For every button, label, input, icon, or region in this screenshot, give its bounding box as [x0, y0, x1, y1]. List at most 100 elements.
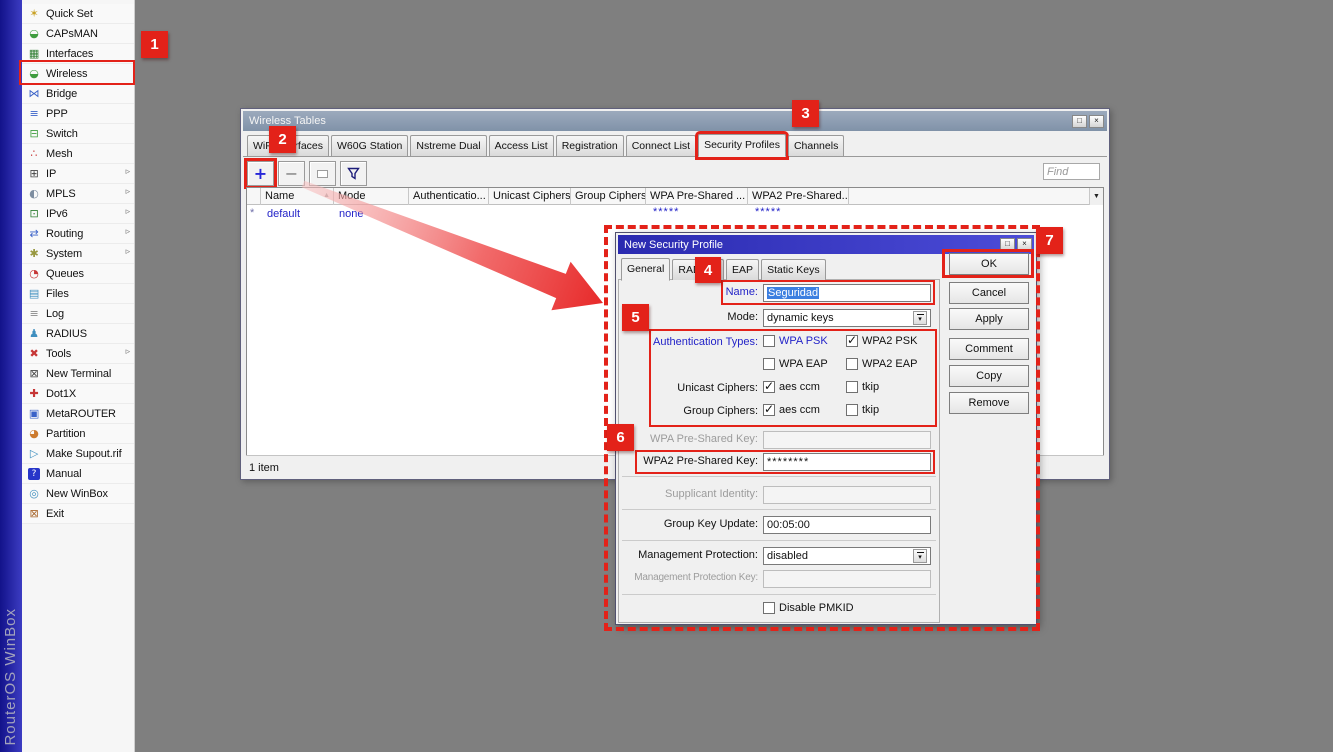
wpa2-psk-label: WPA2 Pre-Shared Key: — [618, 455, 758, 467]
tab-access-list[interactable]: Access List — [489, 135, 554, 156]
routeros-winbox-vertical-label: RouterOS WinBox — [2, 608, 19, 746]
find-input[interactable]: Find — [1043, 163, 1100, 180]
sidebar-item-bridge[interactable]: ⋈Bridge — [22, 84, 134, 104]
sidebar-item-dot1x[interactable]: ✚ Dot1X — [22, 384, 134, 404]
mode-select[interactable]: dynamic keys▾ — [763, 309, 931, 327]
tab-registration[interactable]: Registration — [556, 135, 624, 156]
tab-general[interactable]: General — [621, 258, 670, 281]
sidebar-item-manual[interactable]: ?Manual — [22, 464, 134, 484]
dropdown-icon[interactable]: ▾ — [913, 549, 927, 563]
sidebar-item-label: Routing — [46, 228, 83, 240]
checkbox-disable-pmkid[interactable] — [763, 602, 775, 614]
sidebar-item-quick-set[interactable]: ✶Quick Set — [22, 4, 134, 24]
sidebar-item-routing[interactable]: ⇄Routing▹ — [22, 224, 134, 244]
column-header-mode[interactable]: Mode — [334, 188, 409, 205]
sidebar-item-ip[interactable]: ⊞IP▹ — [22, 164, 134, 184]
tab-eap[interactable]: EAP — [726, 259, 759, 280]
sidebar-item-label: Log — [46, 308, 64, 320]
tab-nstreme-dual[interactable]: Nstreme Dual — [410, 135, 486, 156]
sidebar-item-system[interactable]: ✱System▹ — [22, 244, 134, 264]
sidebar-item-mesh[interactable]: ∴Mesh — [22, 144, 134, 164]
group-key-update-input[interactable]: 00:05:00 — [763, 516, 931, 534]
checkbox-unicast-aes-ccm[interactable] — [763, 381, 775, 393]
sidebar-item-mpls[interactable]: ◐MPLS▹ — [22, 184, 134, 204]
tab-static-keys[interactable]: Static Keys — [761, 259, 826, 280]
sidebar-item-ipv6[interactable]: ⊡IPv6▹ — [22, 204, 134, 224]
sidebar-item-interfaces[interactable]: ▦Interfaces — [22, 44, 134, 64]
filter-button[interactable] — [340, 161, 367, 186]
sidebar-item-label: Dot1X — [46, 388, 76, 400]
name-input[interactable]: Seguridad — [763, 284, 931, 302]
checkbox-group-tkip[interactable] — [846, 404, 858, 416]
funnel-icon — [347, 167, 360, 180]
duplicate-button[interactable] — [309, 161, 336, 186]
sidebar-item-files[interactable]: ▤Files — [22, 284, 134, 304]
checkbox-group-aes-ccm[interactable] — [763, 404, 775, 416]
sidebar-item-radius[interactable]: ♟RADIUS — [22, 324, 134, 344]
dropdown-icon[interactable]: ▾ — [913, 311, 927, 325]
sidebar-item-wireless[interactable]: ◒Wireless — [22, 64, 134, 84]
sidebar-item-tools[interactable]: ✖Tools▹ — [22, 344, 134, 364]
sidebar-item-label: MPLS — [46, 188, 76, 200]
column-header-wpa2-psk[interactable]: WPA2 Pre-Shared... — [748, 188, 849, 205]
sidebar-item-make-supout[interactable]: ▷Make Supout.rif — [22, 444, 134, 464]
add-button[interactable]: + — [247, 161, 274, 186]
step-annotation-3: 3 — [792, 100, 819, 127]
column-header-name[interactable]: Name▲ — [261, 188, 334, 205]
checkbox-wpa2-psk[interactable] — [846, 335, 858, 347]
sidebar-item-switch[interactable]: ⊟Switch — [22, 124, 134, 144]
column-header-group-ciphers[interactable]: Group Ciphers — [571, 188, 646, 205]
column-header-wpa-psk[interactable]: WPA Pre-Shared ... — [646, 188, 748, 205]
tab-security-profiles[interactable]: Security Profiles — [698, 134, 786, 157]
checkbox-wpa-eap[interactable] — [763, 358, 775, 370]
management-protection-select[interactable]: disabled▾ — [763, 547, 931, 565]
checkbox-wpa2-eap[interactable] — [846, 358, 858, 370]
sidebar-item-ppp[interactable]: ≡PPP — [22, 104, 134, 124]
sidebar-item-label: Interfaces — [46, 48, 93, 60]
flag-column-header[interactable] — [247, 188, 261, 205]
checkbox-wpa-psk[interactable] — [763, 335, 775, 347]
table-row[interactable]: * default none ***** ***** — [247, 206, 1103, 222]
ok-button[interactable]: OK — [949, 253, 1029, 275]
sidebar-item-partition[interactable]: ◕Partition — [22, 424, 134, 444]
remove-button[interactable]: Remove — [949, 392, 1029, 414]
sidebar-item-capsman[interactable]: ◒CAPsMAN — [22, 24, 134, 44]
close-icon[interactable]: × — [1017, 238, 1032, 251]
queues-icon: ◔ — [27, 267, 41, 281]
supplicant-identity-input — [763, 486, 931, 504]
remove-button[interactable]: − — [278, 161, 305, 186]
checkbox-label: WPA2 PSK — [862, 335, 917, 347]
dialog-titlebar[interactable]: New Security Profile □ × — [618, 235, 1034, 254]
tab-w60g-station[interactable]: W60G Station — [331, 135, 408, 156]
sidebar-item-log[interactable]: ≡Log — [22, 304, 134, 324]
cancel-button[interactable]: Cancel — [949, 282, 1029, 304]
copy-button[interactable]: Copy — [949, 365, 1029, 387]
wpa2-psk-input[interactable]: ******** — [763, 453, 931, 471]
sidebar-item-exit[interactable]: ⊠Exit — [22, 504, 134, 524]
close-icon[interactable]: × — [1089, 115, 1104, 128]
apply-button[interactable]: Apply — [949, 308, 1029, 330]
maximize-icon[interactable]: □ — [1072, 115, 1087, 128]
maximize-icon[interactable]: □ — [1000, 238, 1015, 251]
comment-button[interactable]: Comment — [949, 338, 1029, 360]
tab-connect-list[interactable]: Connect List — [626, 135, 696, 156]
column-select-button[interactable]: ▼ — [1089, 188, 1103, 205]
checkbox-unicast-tkip[interactable] — [846, 381, 858, 393]
sidebar-item-metarouter[interactable]: ▣MetaROUTER — [22, 404, 134, 424]
tab-channels[interactable]: Channels — [788, 135, 844, 156]
wpa-psk-input — [763, 431, 931, 449]
switch-icon: ⊟ — [27, 127, 41, 141]
column-header-unicast-ciphers[interactable]: Unicast Ciphers — [489, 188, 571, 205]
tools-icon: ✖ — [27, 347, 41, 361]
sidebar-item-new-terminal[interactable]: ⊠New Terminal — [22, 364, 134, 384]
sidebar-item-new-winbox[interactable]: ◎New WinBox — [22, 484, 134, 504]
sidebar-item-queues[interactable]: ◔Queues — [22, 264, 134, 284]
dot1x-icon: ✚ — [27, 387, 41, 401]
window-tab-bar: WiFi Interfaces W60G Station Nstreme Dua… — [243, 133, 1107, 157]
wpa-psk-label: WPA Pre-Shared Key: — [618, 433, 758, 445]
column-header-authentication[interactable]: Authenticatio... — [409, 188, 489, 205]
management-protection-key-label: Management Protection Key: — [618, 572, 758, 583]
step-annotation-1: 1 — [141, 31, 168, 58]
group-ciphers-row: Group Ciphers: aes ccm tkip — [616, 403, 946, 421]
window-titlebar[interactable]: Wireless Tables □ × — [243, 111, 1107, 131]
